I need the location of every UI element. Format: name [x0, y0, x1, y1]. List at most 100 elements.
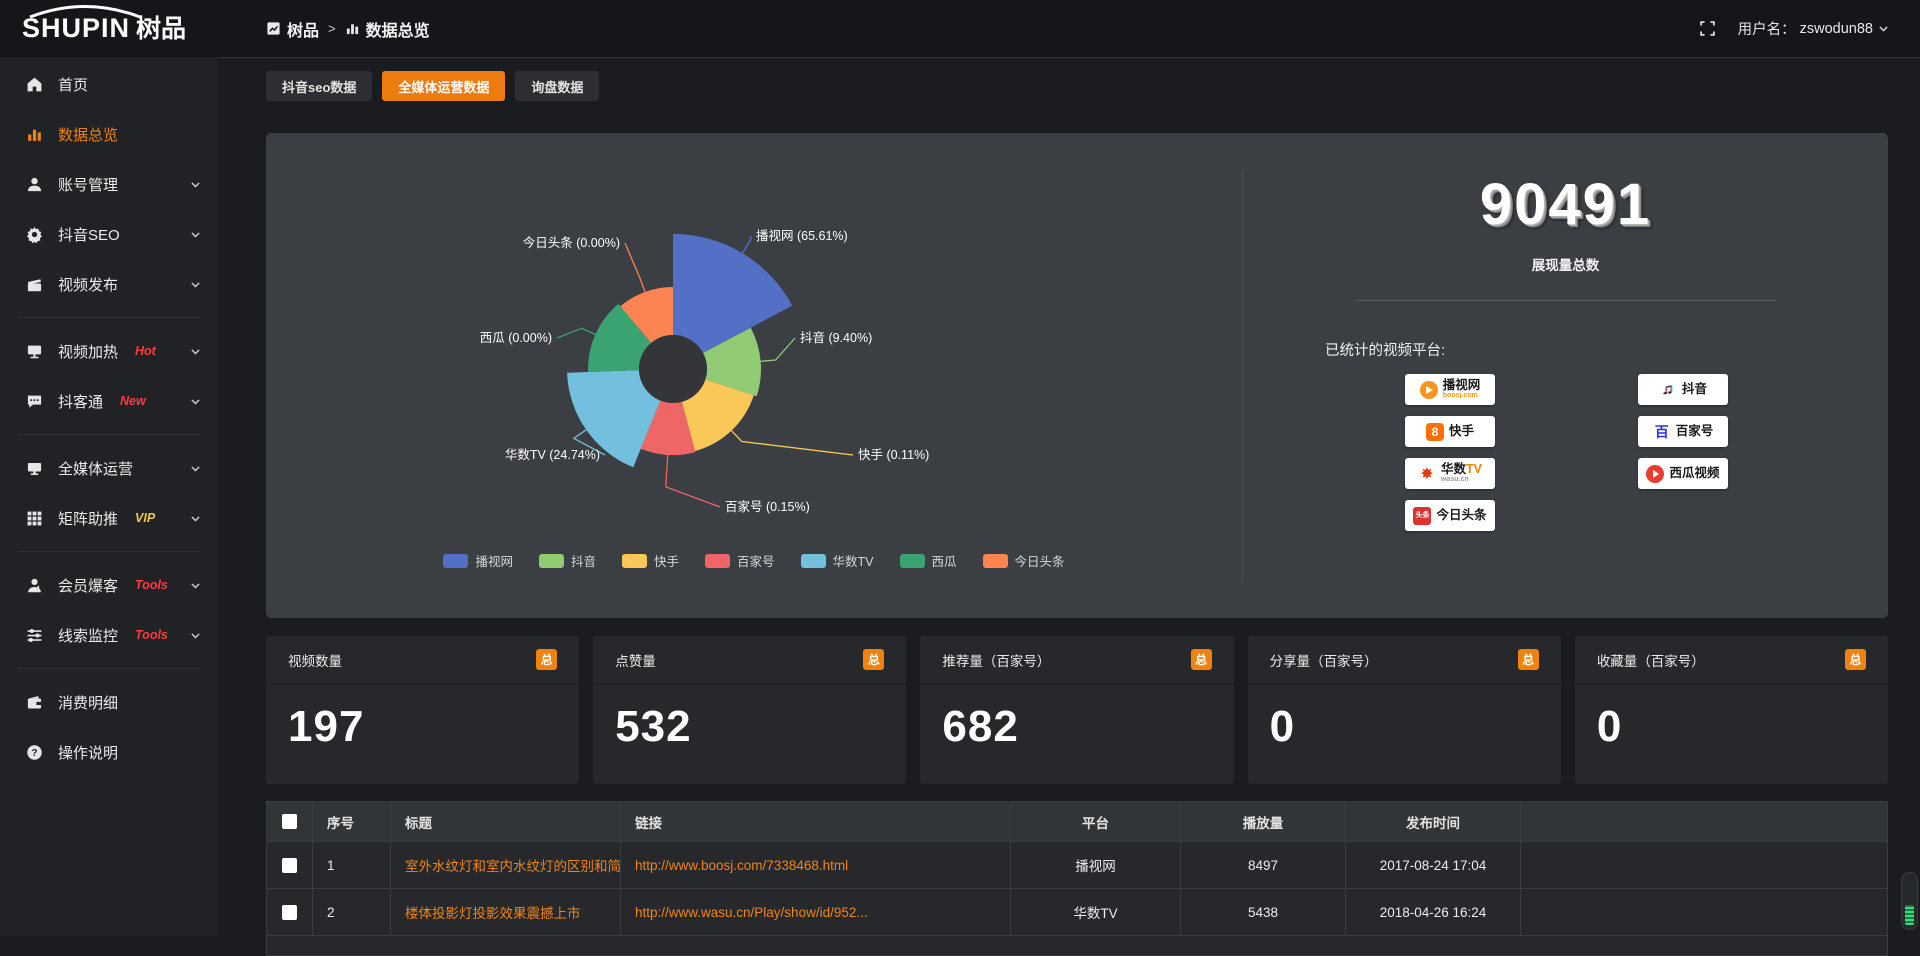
stat-card-value: 682: [920, 684, 1233, 752]
stat-card-value: 197: [266, 684, 579, 752]
col-time: 发布时间: [1346, 802, 1521, 842]
total-badge: 总: [536, 649, 557, 670]
chevron-down-icon: [189, 462, 202, 475]
platform-column-1: 播视网boosj.com8快手✸华数TVwasu.cn头条今日头条: [1405, 374, 1495, 531]
sidebar-item-label: 抖客通: [58, 391, 103, 412]
scrollbar-thumb[interactable]: [1905, 905, 1914, 925]
sidebar-item-label: 会员爆客: [58, 575, 118, 596]
platform-badge-toutiao: 头条今日头条: [1405, 500, 1495, 531]
legend-label: 今日头条: [1015, 551, 1065, 570]
chevron-down-icon: [189, 512, 202, 525]
stat-card-label: 分享量（百家号）: [1270, 650, 1378, 670]
sidebar-item-matrix-boost[interactable]: 矩阵助推VIP: [0, 493, 218, 543]
tab-0[interactable]: 抖音seo数据: [266, 71, 372, 101]
row-checkbox[interactable]: [282, 905, 297, 920]
sidebar-item-douketong[interactable]: 抖客通 New: [0, 376, 218, 426]
row-checkbox[interactable]: [282, 858, 297, 873]
col-no: 序号: [313, 802, 391, 842]
cell-views: 5438: [1181, 889, 1346, 936]
stat-card-value: 532: [593, 684, 906, 752]
sidebar-item-label: 数据总览: [58, 124, 118, 145]
pie-label-line-6: [625, 243, 645, 292]
select-all-checkbox[interactable]: [282, 814, 297, 829]
legend-item-6[interactable]: 今日头条: [983, 551, 1065, 570]
cell-empty: [1521, 842, 1888, 889]
legend-item-4[interactable]: 华数TV: [801, 551, 874, 570]
col-platform: 平台: [1011, 802, 1181, 842]
cell-title[interactable]: 室外水纹灯和室内水纹灯的区别和简介: [391, 842, 621, 889]
sidebar-item-badge: Tools: [135, 578, 168, 592]
cell-link[interactable]: http://www.wasu.cn/Play/show/id/952...: [621, 889, 1011, 936]
sidebar-item-video-heat[interactable]: 视频加热Hot: [0, 326, 218, 376]
legend-swatch: [443, 554, 468, 568]
cell-link[interactable]: http://www.boosj.com/7338468.html: [621, 842, 1011, 889]
pie-slice-0[interactable]: [673, 234, 792, 353]
legend-label: 快手: [654, 551, 679, 570]
platform-name: 华数TV: [1441, 463, 1482, 476]
scrollbar[interactable]: [1901, 872, 1918, 930]
legend-item-1[interactable]: 抖音: [539, 551, 596, 570]
row-checkbox-cell: [267, 889, 313, 936]
legend-item-3[interactable]: 百家号: [705, 551, 775, 570]
sidebar-item-badge: New: [120, 394, 146, 408]
breadcrumb-item[interactable]: 数据总览: [345, 17, 430, 41]
sidebar-item-home[interactable]: 首页: [0, 59, 218, 109]
baijiahao-logo-icon: 百: [1653, 423, 1671, 441]
sidebar-item-account-manage[interactable]: 账号管理: [0, 159, 218, 209]
breadcrumb-label: 数据总览: [366, 17, 430, 41]
sidebar-item-douyin-seo[interactable]: 抖音SEO: [0, 209, 218, 259]
sidebar-item-label: 矩阵助推: [58, 508, 118, 529]
legend-item-0[interactable]: 播视网: [443, 551, 513, 570]
breadcrumb-item[interactable]: 树品: [266, 17, 319, 41]
pie-label-line-1: [761, 338, 795, 361]
sliders-icon: [26, 627, 43, 644]
tab-2[interactable]: 询盘数据: [515, 71, 599, 101]
chevron-down-icon: [189, 345, 202, 358]
sidebar-divider: [18, 668, 200, 669]
topbar: SHUPIN 树品 树品>数据总览 用户名：zswodun88: [0, 0, 1920, 57]
legend-item-2[interactable]: 快手: [622, 551, 679, 570]
pie-label-3: 百家号 (0.15%): [725, 499, 810, 514]
legend-item-5[interactable]: 西瓜: [900, 551, 957, 570]
platform-badge-boosj: 播视网boosj.com: [1405, 374, 1495, 405]
sidebar: 首页数据总览账号管理抖音SEO视频发布视频加热Hot 抖客通 New 全媒体运营矩阵助…: [0, 57, 218, 936]
sidebar-item-video-publish[interactable]: 视频发布: [0, 259, 218, 309]
col-link: 链接: [621, 802, 1011, 842]
legend-swatch: [705, 554, 730, 568]
legend-label: 播视网: [475, 551, 513, 570]
platform-column-2: ♫抖音百百家号西瓜视频: [1638, 374, 1728, 489]
platform-badge-baijiahao: 百百家号: [1638, 416, 1728, 447]
sidebar-item-clue-monitor[interactable]: 线索监控Tools: [0, 610, 218, 660]
gear-icon: [26, 226, 43, 243]
platform-name: 快手: [1449, 425, 1474, 438]
topbar-divider: [218, 57, 1920, 58]
summary-area: 90491 展现量总数 已统计的视频平台: 播视网boosj.com8快手✸华数…: [1243, 133, 1888, 618]
stat-card-value: 0: [1248, 684, 1561, 752]
platforms-grid: 播视网boosj.com8快手✸华数TVwasu.cn头条今日头条♫抖音百百家号…: [1243, 374, 1888, 554]
sidebar-item-help[interactable]: ?操作说明: [0, 727, 218, 777]
video-table: 序号标题链接平台播放量发布时间 1室外水纹灯和室内水纹灯的区别和简介http:/…: [266, 801, 1888, 956]
col-title: 标题: [391, 802, 621, 842]
cell-no: 1: [313, 842, 391, 889]
douyin-logo-icon: ♫: [1659, 381, 1677, 399]
kuaishou-logo-icon: 8: [1426, 423, 1444, 441]
legend-label: 抖音: [571, 551, 596, 570]
tab-1[interactable]: 全媒体运营数据: [382, 71, 505, 101]
sidebar-item-media-ops[interactable]: 全媒体运营: [0, 443, 218, 493]
sidebar-item-member-baoke[interactable]: 会员爆客 Tools: [0, 560, 218, 610]
pie-label-5: 西瓜 (0.00%): [480, 331, 552, 345]
logo-arc: [26, 4, 144, 18]
pie-label-4: 华数TV (24.74%): [505, 447, 600, 462]
sidebar-item-consume-detail[interactable]: 消费明细: [0, 677, 218, 727]
chevron-down-icon: [189, 228, 202, 241]
sidebar-item-data-overview[interactable]: 数据总览: [0, 109, 218, 159]
stat-card-3: 分享量（百家号）总0: [1248, 636, 1561, 784]
total-badge: 总: [1845, 649, 1866, 670]
sidebar-item-label: 全媒体运营: [58, 458, 133, 479]
fullscreen-icon[interactable]: [1699, 20, 1716, 37]
breadcrumb: 树品>数据总览: [266, 17, 430, 41]
cell-title[interactable]: 楼体投影灯投影效果震撼上市: [391, 889, 621, 936]
logo-text-cn: 树品: [136, 17, 186, 42]
platform-sub: boosj.com: [1443, 392, 1478, 400]
user-menu[interactable]: 用户名：zswodun88: [1738, 18, 1890, 39]
